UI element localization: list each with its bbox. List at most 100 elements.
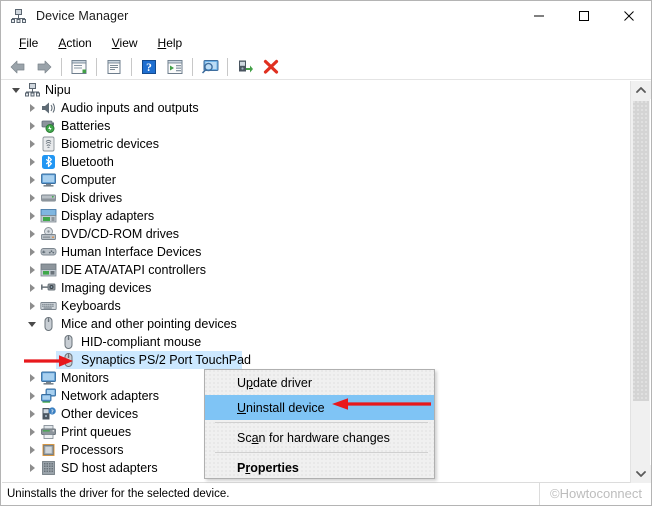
menu-help-label: elp (166, 35, 183, 50)
tree-item-keyboards[interactable]: Keyboards (2, 297, 632, 315)
tree-item-dvd-cd-rom-drives[interactable]: DVD/CD-ROM drives (2, 225, 632, 243)
chevron-right-icon[interactable] (24, 208, 40, 224)
chevron-down-icon[interactable] (8, 82, 24, 98)
update-driver-icon[interactable] (232, 55, 258, 79)
minimize-button[interactable] (516, 1, 561, 31)
chevron-right-icon[interactable] (24, 154, 40, 170)
tree-item-label: Other devices (61, 407, 139, 421)
printer-icon (40, 424, 57, 440)
tree-item-batteries[interactable]: Batteries (2, 117, 632, 135)
chevron-right-icon[interactable] (24, 460, 40, 476)
tree-item-label: DVD/CD-ROM drives (61, 227, 180, 241)
toolbar-separator-2 (96, 57, 97, 76)
tree-item-synaptics-ps2-port-touchpad[interactable]: Synaptics PS/2 Port TouchPad (2, 351, 632, 369)
context-menu-separator-2 (215, 452, 428, 453)
optical-drive-icon (40, 226, 57, 242)
tree-item-display-adapters[interactable]: Display adapters (2, 207, 632, 225)
back-arrow-icon[interactable] (5, 55, 31, 79)
toolbar-separator-4 (192, 57, 193, 76)
monitor-icon (40, 172, 57, 188)
ctx-scan-pre: Sc (237, 430, 252, 445)
tree-item-audio-inputs-and-outputs[interactable]: Audio inputs and outputs (2, 99, 632, 117)
device-manager-window: Device Manager File Action View Help ? N… (0, 0, 652, 506)
tree-root-nipu[interactable]: Nipu (2, 81, 632, 99)
properties-icon[interactable] (101, 55, 127, 79)
ctx-properties-pre: P (237, 460, 246, 475)
chevron-right-icon[interactable] (24, 298, 40, 314)
status-bar: Uninstalls the driver for the selected d… (2, 482, 650, 505)
tree-root-label: Nipu (45, 83, 71, 97)
scroll-thumb[interactable] (633, 101, 649, 401)
menu-bar: File Action View Help (1, 31, 651, 54)
console-tree-icon[interactable] (66, 55, 92, 79)
menu-action[interactable]: Action (48, 34, 101, 52)
scan-monitor-icon[interactable] (197, 55, 223, 79)
menu-view-accel: V (111, 35, 120, 50)
network-adapter-icon (40, 388, 57, 404)
chevron-down-icon[interactable] (24, 316, 40, 332)
menu-view-label: iew (119, 35, 138, 50)
tree-item-label: IDE ATA/ATAPI controllers (61, 263, 206, 277)
other-device-icon: ? (40, 406, 57, 422)
tree-item-human-interface-devices[interactable]: Human Interface Devices (2, 243, 632, 261)
svg-text:?: ? (51, 409, 54, 415)
context-menu-item-update-driver[interactable]: Up date driver (205, 370, 434, 395)
chevron-right-icon[interactable] (24, 370, 40, 386)
menu-view[interactable]: View (102, 34, 148, 52)
tree-item-label: Network adapters (61, 389, 159, 403)
tree-item-hid-compliant-mouse[interactable]: HID-compliant mouse (2, 333, 632, 351)
toolbar-separator-5 (227, 57, 228, 76)
tree-item-mice-and-other-pointing-devices[interactable]: Mice and other pointing devices (2, 315, 632, 333)
action-pane-icon[interactable] (162, 55, 188, 79)
chevron-right-icon[interactable] (24, 262, 40, 278)
tree-item-bluetooth[interactable]: Bluetooth (2, 153, 632, 171)
tree-item-imaging-devices[interactable]: Imaging devices (2, 279, 632, 297)
context-menu-item-uninstall-device[interactable]: Uninstall device (205, 395, 434, 420)
chevron-right-icon[interactable] (24, 406, 40, 422)
menu-help[interactable]: Help (148, 34, 193, 52)
ide-controller-icon (40, 262, 57, 278)
menu-file[interactable]: File (9, 34, 48, 52)
tree-item-label: Biometric devices (61, 137, 159, 151)
title-bar: Device Manager (1, 1, 651, 31)
chevron-right-icon[interactable] (24, 244, 40, 260)
forward-arrow-icon[interactable] (31, 55, 57, 79)
tree-item-label: Imaging devices (61, 281, 152, 295)
chevron-right-icon[interactable] (24, 424, 40, 440)
red-x-icon[interactable] (258, 55, 284, 79)
chevron-right-icon[interactable] (24, 280, 40, 296)
ctx-scan-post: n for hardware changes (258, 430, 390, 445)
close-button[interactable] (606, 1, 651, 31)
maximize-button[interactable] (561, 1, 606, 31)
context-menu-item-scan-for-hardware-changes[interactable]: Sc a n for hardware changes (205, 425, 434, 450)
context-menu-separator-1 (215, 422, 428, 423)
mouse-icon (60, 352, 77, 368)
vertical-scrollbar[interactable] (630, 81, 651, 483)
tree-item-label: Print queues (61, 425, 132, 439)
display-adapter-icon (40, 208, 57, 224)
scroll-up-icon[interactable] (631, 81, 651, 99)
chevron-right-icon[interactable] (24, 190, 40, 206)
device-manager-icon (10, 8, 27, 25)
chevron-right-icon[interactable] (24, 388, 40, 404)
tree-item-label: Synaptics PS/2 Port TouchPad (81, 353, 252, 367)
status-text: Uninstalls the driver for the selected d… (7, 487, 230, 500)
chevron-right-icon[interactable] (24, 442, 40, 458)
scroll-down-icon[interactable] (631, 465, 651, 483)
menu-help-accel: H (157, 35, 167, 50)
window-title: Device Manager (36, 9, 129, 23)
help-question-icon[interactable]: ? (136, 55, 162, 79)
context-menu-item-properties[interactable]: Pr operties (205, 455, 434, 480)
context-menu[interactable]: Up date driver Uninstall device Sc a n for … (204, 369, 435, 479)
tree-item-computer[interactable]: Computer (2, 171, 632, 189)
chevron-right-icon[interactable] (24, 226, 40, 242)
tree-item-disk-drives[interactable]: Disk drives (2, 189, 632, 207)
tree-item-biometric-devices[interactable]: Biometric devices (2, 135, 632, 153)
chevron-right-icon[interactable] (24, 172, 40, 188)
ctx-uninstall-device-post: ninstall device (246, 400, 325, 415)
chevron-right-icon[interactable] (24, 100, 40, 116)
ctx-scan-accel: a (251, 430, 259, 445)
chevron-right-icon[interactable] (24, 136, 40, 152)
chevron-right-icon[interactable] (24, 118, 40, 134)
tree-item-ide-ata-atapi-controllers[interactable]: IDE ATA/ATAPI controllers (2, 261, 632, 279)
